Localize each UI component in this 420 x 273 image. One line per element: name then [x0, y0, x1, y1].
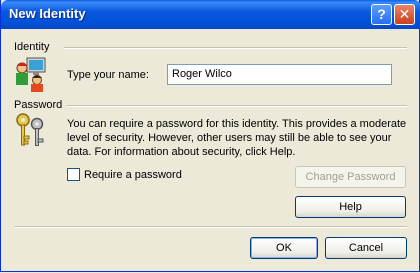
name-input[interactable]: Roger Wilco [167, 64, 392, 85]
keys-icon [16, 113, 44, 146]
ok-button[interactable]: OK [250, 237, 318, 259]
password-section-label: Password [14, 99, 63, 111]
window-title: New Identity [9, 6, 86, 21]
cancel-button[interactable]: Cancel [325, 237, 407, 259]
close-button[interactable]: ✕ [394, 4, 415, 25]
people-computer-icon [16, 57, 46, 92]
password-divider [67, 105, 407, 107]
require-password-label[interactable]: Require a password [84, 169, 182, 181]
title-bar[interactable]: New Identity ? ✕ [1, 0, 420, 29]
identity-section-label: Identity [14, 41, 50, 53]
help-button[interactable]: Help [295, 196, 406, 218]
identity-divider [64, 47, 407, 49]
help-title-button[interactable]: ? [371, 4, 392, 25]
password-description: You can require a password for this iden… [67, 118, 407, 158]
question-mark-icon: ? [377, 6, 386, 22]
close-icon: ✕ [398, 6, 411, 22]
footer-divider [14, 226, 407, 228]
require-password-checkbox[interactable] [67, 168, 80, 181]
dialog-window: New Identity ? ✕ Identity Type your name… [0, 0, 420, 272]
change-password-button[interactable]: Change Password [295, 166, 406, 188]
name-label: Type your name: [67, 69, 149, 81]
